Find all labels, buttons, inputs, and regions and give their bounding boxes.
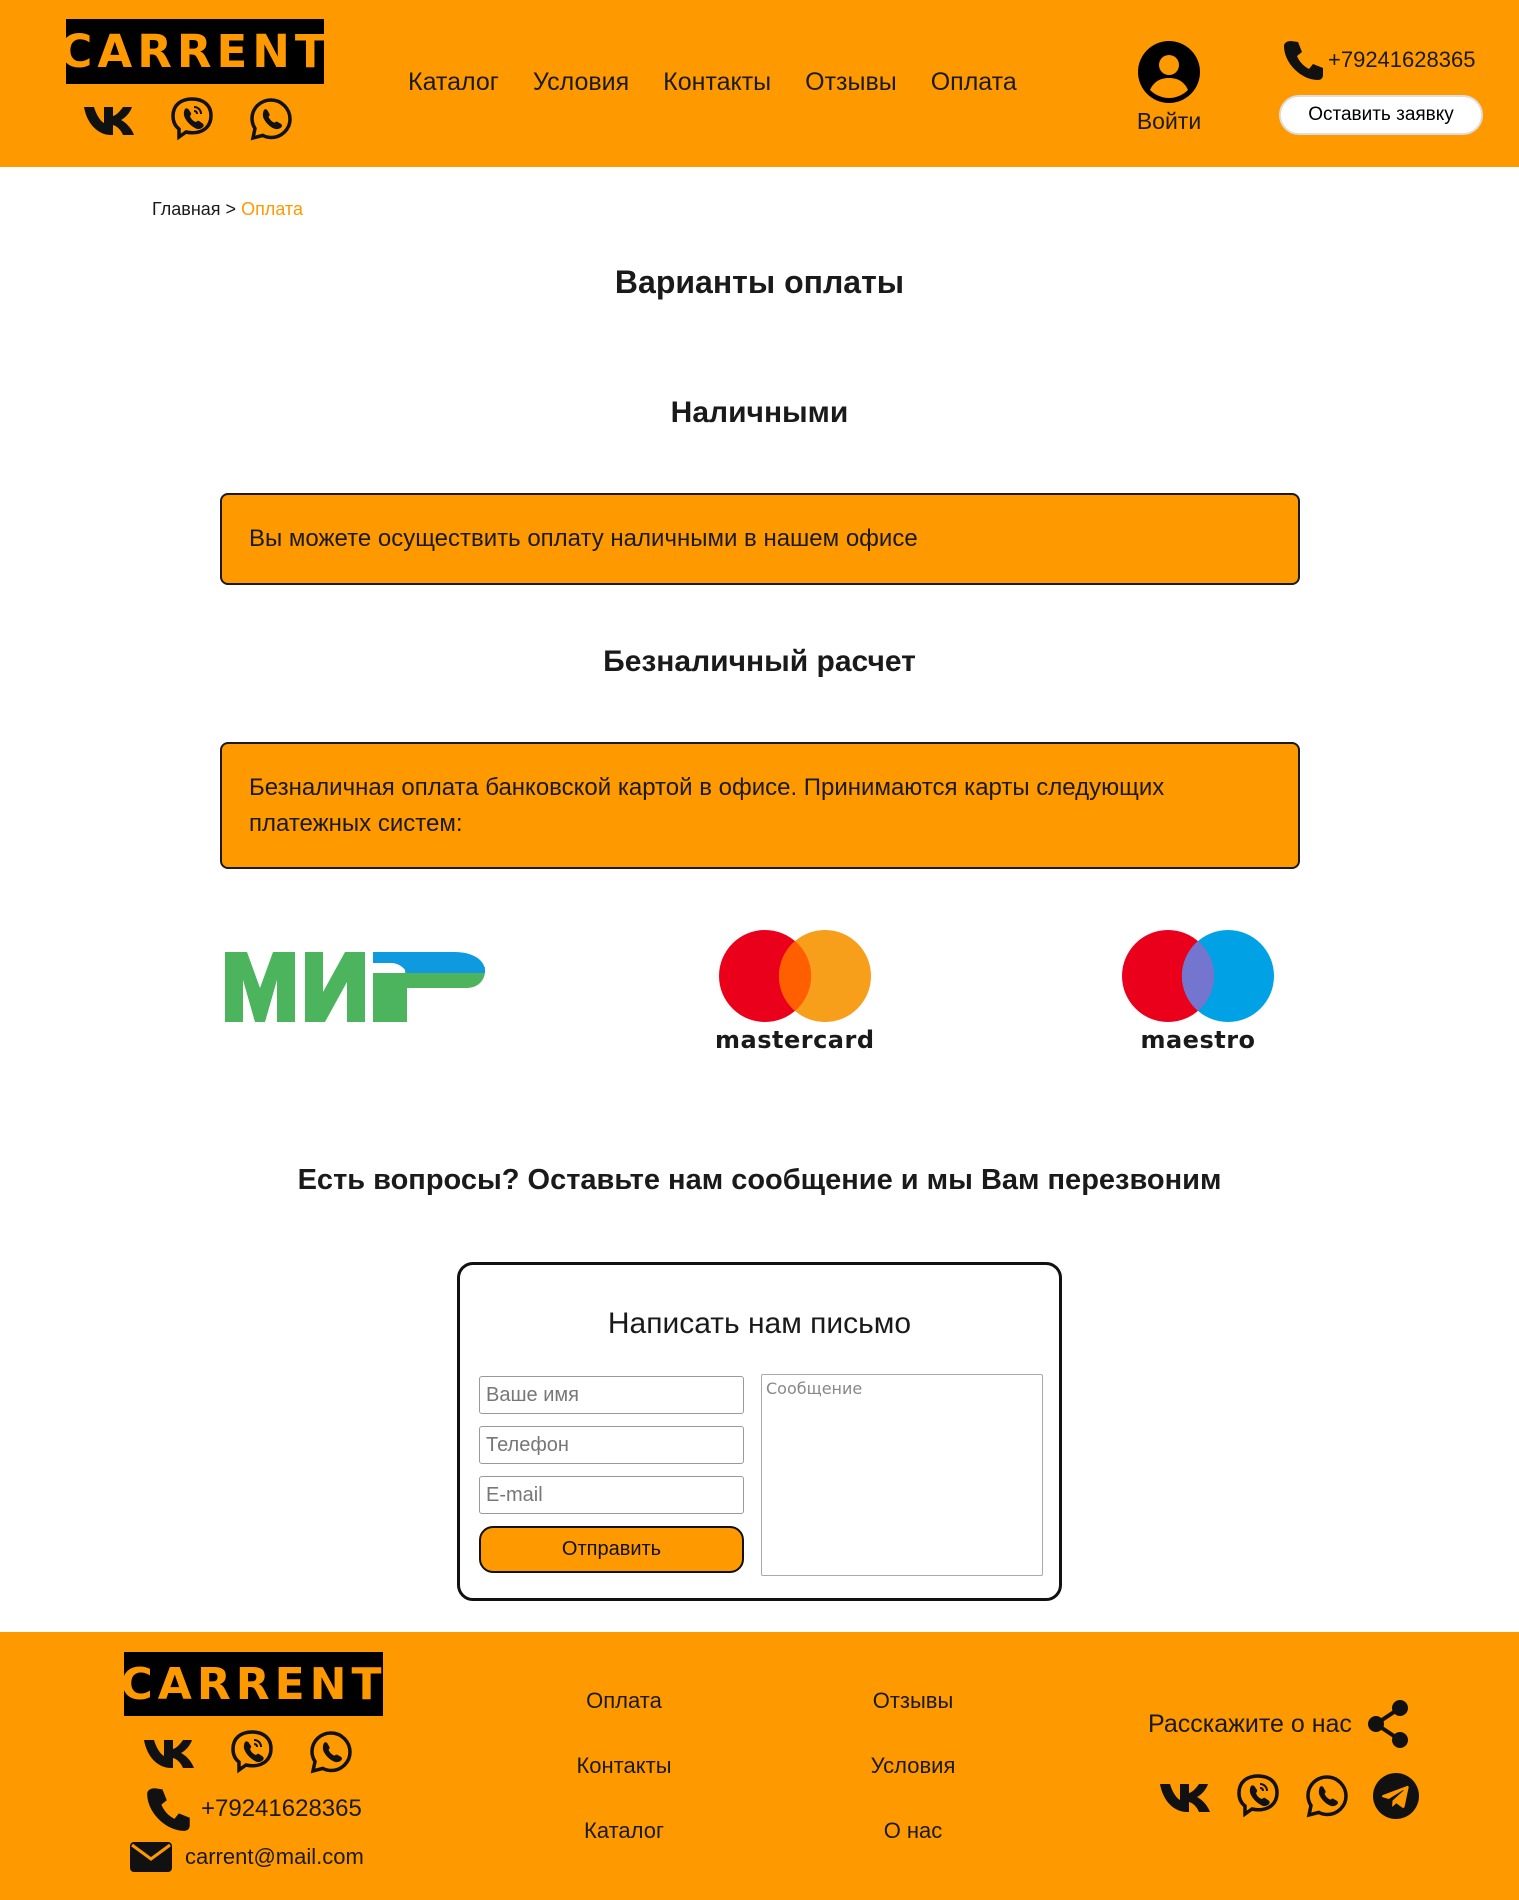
footer-phone-number: +79241628365 xyxy=(201,1795,362,1822)
share-block[interactable]: Расскажите о нас xyxy=(1148,1700,1410,1748)
whatsapp-icon[interactable] xyxy=(308,1729,354,1775)
footer-share-social xyxy=(1158,1772,1420,1824)
logo[interactable]: CARRENT xyxy=(59,19,326,84)
header-phone[interactable]: +79241628365 xyxy=(1282,38,1475,82)
whatsapp-icon[interactable] xyxy=(1304,1773,1350,1823)
cash-section-title: Наличными xyxy=(670,396,849,429)
phone-icon xyxy=(147,1788,190,1831)
footer-link-about[interactable]: О нас xyxy=(813,1818,1013,1883)
mastercard-logo: mastercard xyxy=(715,928,875,1054)
phone-icon xyxy=(1284,41,1323,80)
footer-link-payment[interactable]: Оплата xyxy=(524,1688,724,1753)
maestro-logo: maestro xyxy=(1120,928,1276,1054)
viber-icon[interactable] xyxy=(168,95,216,143)
phone-input[interactable] xyxy=(479,1426,744,1464)
maestro-wordmark: maestro xyxy=(1140,1026,1256,1054)
nav-conditions[interactable]: Условия xyxy=(533,68,629,97)
footer-link-catalog[interactable]: Каталог xyxy=(524,1818,724,1883)
breadcrumb-separator: > xyxy=(225,199,237,219)
telegram-icon[interactable] xyxy=(1372,1772,1420,1824)
main-nav: Каталог Условия Контакты Отзывы Оплата xyxy=(408,68,1017,97)
name-input[interactable] xyxy=(479,1376,744,1414)
vk-icon[interactable] xyxy=(1158,1780,1212,1816)
viber-icon[interactable] xyxy=(1234,1772,1282,1824)
share-label: Расскажите о нас xyxy=(1148,1709,1352,1738)
breadcrumb-home[interactable]: Главная xyxy=(152,199,221,219)
footer-email-address: carrent@mail.com xyxy=(185,1844,364,1869)
breadcrumb-current: Оплата xyxy=(241,199,303,219)
footer-logo[interactable]: CARRENT xyxy=(121,1652,383,1716)
whatsapp-icon[interactable] xyxy=(248,96,294,142)
mail-icon xyxy=(130,1842,172,1872)
nav-reviews[interactable]: Отзывы xyxy=(805,68,897,97)
card-info-box: Безналичная оплата банковской картой в о… xyxy=(220,742,1300,869)
vk-icon[interactable] xyxy=(82,103,136,135)
site-header: CARRENT Каталог Условия Контакты Отзывы … xyxy=(0,0,1519,167)
nav-payment[interactable]: Оплата xyxy=(931,68,1017,97)
footer-phone[interactable]: +79241628365 xyxy=(145,1785,362,1833)
vk-icon[interactable] xyxy=(142,1736,196,1768)
request-button[interactable]: Оставить заявку xyxy=(1279,95,1483,135)
cash-info-text: Вы можете осуществить оплату наличными в… xyxy=(249,525,918,552)
page-title: Варианты оплаты xyxy=(614,264,905,300)
mastercard-wordmark: mastercard xyxy=(715,1026,875,1054)
mir-logo xyxy=(225,950,485,1028)
card-section-title: Безналичный расчет xyxy=(603,645,916,678)
footer-social-links xyxy=(142,1728,354,1776)
email-input[interactable] xyxy=(479,1476,744,1514)
card-info-text: Безналичная оплата банковской картой в о… xyxy=(249,773,1165,837)
nav-contacts[interactable]: Контакты xyxy=(663,68,771,97)
viber-icon[interactable] xyxy=(228,1728,276,1776)
footer-email[interactable]: carrent@mail.com xyxy=(129,1841,364,1873)
user-icon xyxy=(1138,41,1200,103)
login-button[interactable]: Войти xyxy=(1132,40,1206,135)
footer-link-contacts[interactable]: Контакты xyxy=(524,1753,724,1818)
footer-links-col2: Отзывы Условия О нас xyxy=(813,1688,1013,1883)
submit-button[interactable]: Отправить xyxy=(479,1526,744,1573)
site-footer: CARRENT +79241628365 carrent@mail.com Оп… xyxy=(0,1632,1519,1900)
header-social-links xyxy=(82,95,294,143)
breadcrumb: Главная > Оплата xyxy=(152,199,303,220)
contact-form: Написать нам письмо Отправить xyxy=(457,1262,1062,1601)
share-icon xyxy=(1367,1700,1408,1748)
message-textarea[interactable] xyxy=(761,1374,1043,1576)
footer-links-col1: Оплата Контакты Каталог xyxy=(524,1688,724,1883)
login-label: Войти xyxy=(1136,108,1202,134)
footer-link-reviews[interactable]: Отзывы xyxy=(813,1688,1013,1753)
header-phone-number: +79241628365 xyxy=(1328,47,1476,72)
footer-link-conditions[interactable]: Условия xyxy=(813,1753,1013,1818)
form-title: Написать нам письмо xyxy=(607,1307,912,1340)
nav-catalog[interactable]: Каталог xyxy=(408,68,499,97)
cash-info-box: Вы можете осуществить оплату наличными в… xyxy=(220,493,1300,585)
questions-heading: Есть вопросы? Оставьте нам сообщение и м… xyxy=(297,1164,1222,1196)
